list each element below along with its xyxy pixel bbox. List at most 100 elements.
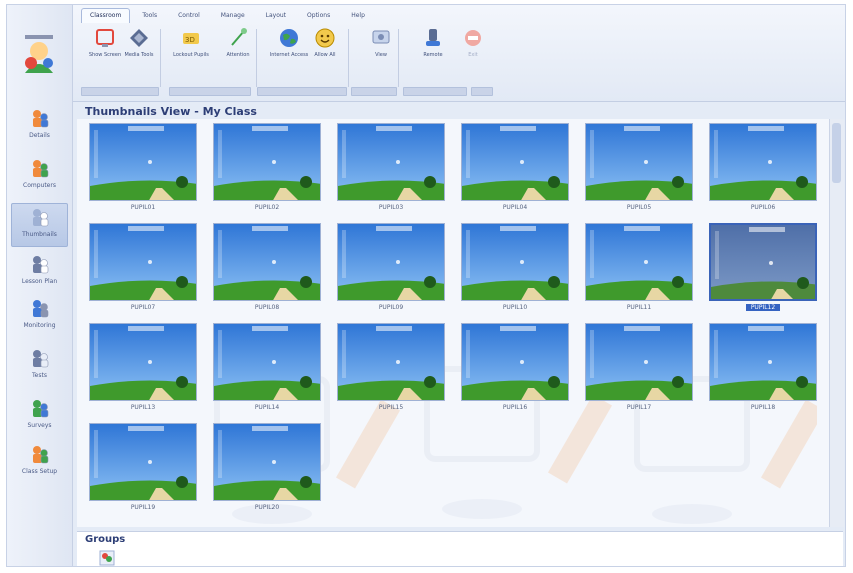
view-icon bbox=[372, 30, 390, 44]
media-tools-button[interactable]: Media Tools bbox=[119, 27, 159, 83]
thumbnail-frame[interactable] bbox=[213, 223, 321, 301]
pupil-thumbnail[interactable]: PUPIL09 bbox=[337, 223, 445, 313]
internet-access-button[interactable]: Internet Access bbox=[269, 27, 309, 83]
thumbnail-label: PUPIL18 bbox=[750, 404, 776, 411]
sidebar-item-lesson-plan[interactable]: Lesson Plan bbox=[11, 251, 68, 295]
pupil-thumbnail[interactable]: PUPIL16 bbox=[461, 323, 569, 413]
thumbnail-frame[interactable] bbox=[461, 123, 569, 201]
pupil-thumbnail[interactable]: PUPIL20 bbox=[213, 423, 321, 513]
pupil-thumbnail[interactable]: PUPIL15 bbox=[337, 323, 445, 413]
screen-preview-icon bbox=[710, 324, 816, 400]
sidebar-item-thumbnails[interactable]: Thumbnails bbox=[11, 203, 68, 247]
ribbon-toolbar: Classroom Tools Control Manage Layout Options… bbox=[73, 5, 845, 102]
ribbon-separator bbox=[398, 29, 399, 87]
thumbnail-caption: PUPIL14 bbox=[213, 403, 321, 412]
thumbnail-label: PUPIL03 bbox=[378, 204, 404, 211]
sidebar-item-label: Details bbox=[29, 132, 50, 139]
ribbon-button-label: Exit bbox=[468, 52, 478, 58]
pupil-thumbnail[interactable]: PUPIL18 bbox=[709, 323, 817, 413]
thumbnail-frame[interactable] bbox=[89, 123, 197, 201]
thumbnail-frame[interactable] bbox=[337, 123, 445, 201]
sidebar-item-details[interactable]: Details bbox=[11, 105, 68, 149]
pupil-thumbnail[interactable]: PUPIL08 bbox=[213, 223, 321, 313]
smiley-icon bbox=[315, 28, 335, 48]
group-icon[interactable] bbox=[99, 550, 115, 566]
lockout-pupils-button[interactable]: 3D Lockout Pupils bbox=[171, 27, 211, 83]
thumbnail-frame[interactable] bbox=[709, 323, 817, 401]
thumbnail-frame[interactable] bbox=[709, 123, 817, 201]
sidebar-item-tests[interactable]: Tests bbox=[11, 345, 68, 389]
pupil-thumbnail[interactable]: PUPIL01 bbox=[89, 123, 197, 213]
pupil-thumbnail[interactable]: PUPIL05 bbox=[585, 123, 693, 213]
thumbnail-caption: PUPIL16 bbox=[461, 403, 569, 412]
thumbnail-frame[interactable] bbox=[585, 323, 693, 401]
thumbnail-frame[interactable] bbox=[709, 223, 817, 301]
pupil-thumbnail[interactable]: PUPIL14 bbox=[213, 323, 321, 413]
thumbnail-label: PUPIL10 bbox=[502, 304, 528, 311]
scrollbar-thumb[interactable] bbox=[832, 123, 841, 183]
thumbnail-caption: PUPIL07 bbox=[89, 303, 197, 312]
screen-preview-icon bbox=[90, 424, 196, 500]
thumbnail-label: PUPIL11 bbox=[626, 304, 652, 311]
pupil-thumbnail[interactable]: PUPIL03 bbox=[337, 123, 445, 213]
thumbnail-frame[interactable] bbox=[213, 423, 321, 501]
thumbnail-frame[interactable] bbox=[213, 123, 321, 201]
thumbnail-frame[interactable] bbox=[213, 323, 321, 401]
pupil-thumbnail[interactable]: PUPIL19 bbox=[89, 423, 197, 513]
thumbnail-frame[interactable] bbox=[585, 223, 693, 301]
thumbnail-frame[interactable] bbox=[461, 323, 569, 401]
thumbnail-grid: PUPIL01 PUPIL02 PUPIL03 PUPIL04 PUPIL05 PUPIL… bbox=[77, 119, 829, 527]
thumbnail-frame[interactable] bbox=[461, 223, 569, 301]
stop-icon bbox=[465, 30, 481, 46]
remote-icon bbox=[426, 29, 440, 46]
thumbnail-frame[interactable] bbox=[337, 223, 445, 301]
thumbnail-label: PUPIL05 bbox=[626, 204, 652, 211]
sidebar-item-monitoring[interactable]: Monitoring bbox=[11, 295, 68, 339]
ribbon-separator bbox=[348, 29, 349, 87]
thumbnail-frame[interactable] bbox=[89, 223, 197, 301]
remote-button[interactable]: Remote bbox=[413, 27, 453, 83]
tab-layout[interactable]: Layout bbox=[257, 8, 295, 23]
exit-button[interactable]: Exit bbox=[453, 27, 493, 83]
pupil-thumbnail[interactable]: PUPIL11 bbox=[585, 223, 693, 313]
thumbnail-label: PUPIL09 bbox=[378, 304, 404, 311]
pupil-thumbnail[interactable]: PUPIL13 bbox=[89, 323, 197, 413]
pupil-thumbnail[interactable]: PUPIL10 bbox=[461, 223, 569, 313]
app-logo-icon bbox=[25, 35, 53, 73]
pupil-thumbnail[interactable]: PUPIL07 bbox=[89, 223, 197, 313]
pupil-thumbnail[interactable]: PUPIL02 bbox=[213, 123, 321, 213]
thumbnail-label: PUPIL06 bbox=[750, 204, 776, 211]
thumbnail-frame[interactable] bbox=[337, 323, 445, 401]
view-button[interactable]: View bbox=[361, 27, 401, 83]
thumbnail-caption: PUPIL09 bbox=[337, 303, 445, 312]
thumbnail-caption: PUPIL12 bbox=[709, 303, 817, 312]
tab-manage[interactable]: Manage bbox=[212, 8, 254, 23]
sidebar-item-surveys[interactable]: Surveys bbox=[11, 395, 68, 439]
pupil-thumbnail[interactable]: PUPIL04 bbox=[461, 123, 569, 213]
ribbon-tabs: Classroom Tools Control Manage Layout Options… bbox=[81, 8, 374, 23]
pupil-thumbnail[interactable]: PUPIL12 bbox=[709, 223, 817, 313]
ribbon-button-label: Remote bbox=[423, 52, 443, 58]
sidebar-item-computers[interactable]: Computers bbox=[11, 155, 68, 199]
thumbnail-frame[interactable] bbox=[585, 123, 693, 201]
tab-options[interactable]: Options bbox=[298, 8, 339, 23]
thumbnail-frame[interactable] bbox=[89, 423, 197, 501]
sidebar-item-label: Computers bbox=[23, 182, 56, 189]
tab-classroom[interactable]: Classroom bbox=[81, 8, 131, 23]
ribbon-button-label: Internet Access bbox=[269, 52, 309, 58]
screen-preview-icon bbox=[586, 224, 692, 300]
pupil-thumbnail[interactable]: PUPIL17 bbox=[585, 323, 693, 413]
thumbnail-frame[interactable] bbox=[89, 323, 197, 401]
tab-help[interactable]: Help bbox=[342, 8, 374, 23]
sidebar-item-class-setup[interactable]: Class Setup bbox=[11, 441, 68, 485]
tab-tools[interactable]: Tools bbox=[133, 8, 166, 23]
sidebar-item-label: Class Setup bbox=[21, 468, 58, 475]
thumbnail-caption: PUPIL11 bbox=[585, 303, 693, 312]
thumbnail-label: PUPIL07 bbox=[130, 304, 156, 311]
vertical-scrollbar[interactable] bbox=[829, 119, 844, 527]
thumbnail-label: PUPIL14 bbox=[254, 404, 280, 411]
allow-all-button[interactable]: Allow All bbox=[305, 27, 345, 83]
pupil-thumbnail[interactable]: PUPIL06 bbox=[709, 123, 817, 213]
tab-control[interactable]: Control bbox=[169, 8, 209, 23]
attention-button[interactable]: Attention bbox=[218, 27, 258, 83]
